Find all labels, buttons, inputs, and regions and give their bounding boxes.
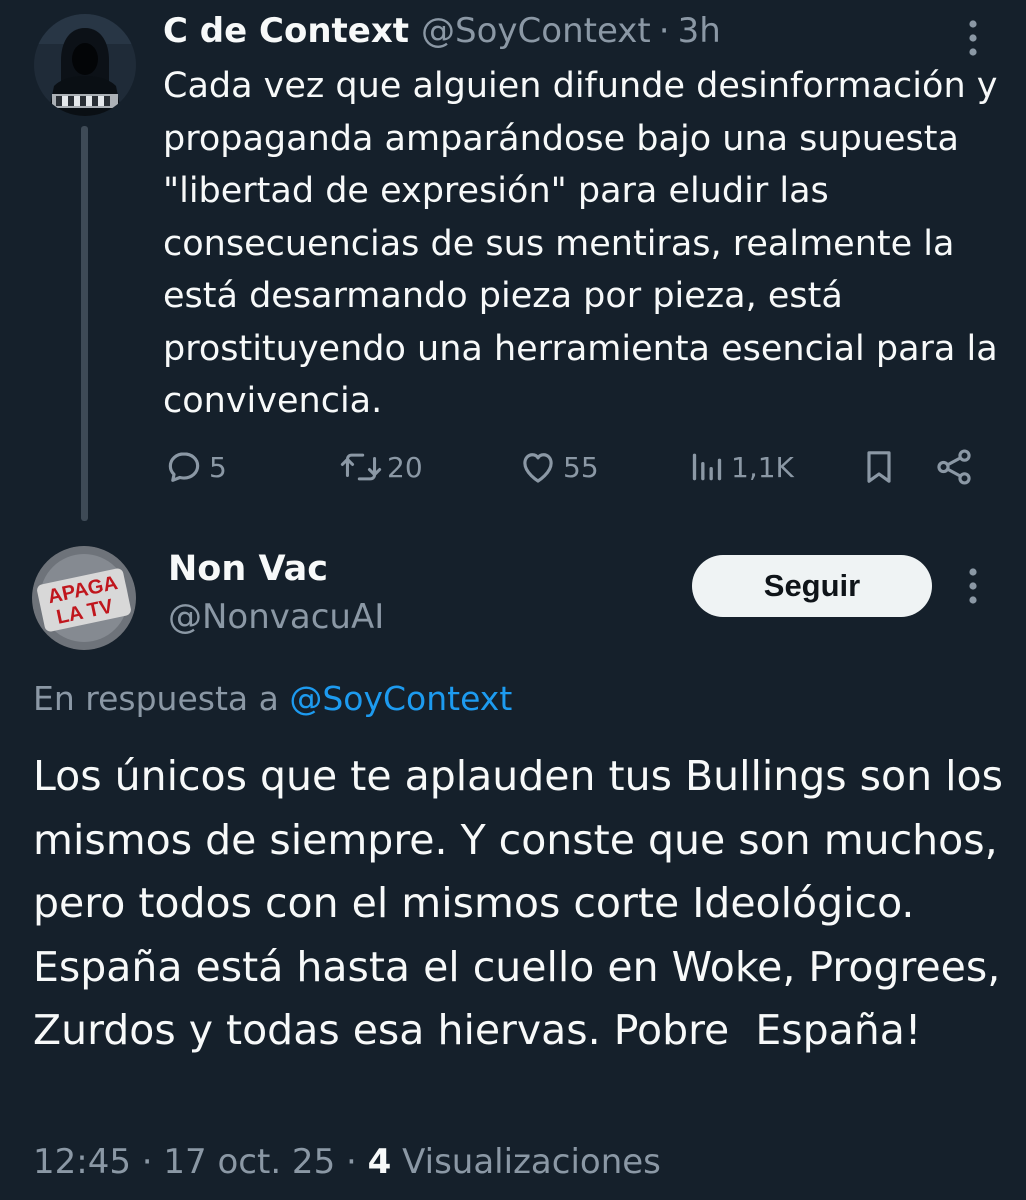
views-button[interactable]: 1,1K [687, 444, 794, 490]
more-options-icon[interactable] [960, 18, 986, 58]
conversation-view: C de Context @SoyContext · 3h Cada vez q… [0, 0, 1026, 1200]
reply-author-name[interactable]: Non Vac [168, 546, 328, 592]
tweet-metadata: 12:45 · 17 oct. 25 · 4 Visualizaciones [33, 1139, 661, 1185]
tweet-time[interactable]: 3h [678, 11, 721, 51]
retweet-count: 20 [387, 450, 423, 484]
retweet-icon [340, 453, 382, 481]
bookmark-button[interactable] [859, 444, 899, 490]
share-icon [937, 449, 971, 485]
apaga-la-tv-avatar-icon: APAGA LA TV [32, 546, 136, 650]
like-button[interactable]: 55 [517, 444, 599, 490]
views-label: Visualizaciones [402, 1142, 661, 1182]
reply-context: En respuesta a @SoyContext [33, 676, 512, 722]
thread-connector-line [81, 126, 88, 521]
tweet-text: Cada vez que alguien difunde desinformac… [163, 66, 998, 421]
bookmark-icon [867, 451, 891, 483]
tweet-actions: 5 20 55 1,1K [163, 444, 983, 490]
retweet-button[interactable]: 20 [339, 444, 423, 490]
tweet-time[interactable]: 12:45 [33, 1142, 131, 1182]
author-name[interactable]: C de Context [163, 11, 409, 51]
more-options-icon[interactable] [960, 566, 986, 606]
views-count: 1,1K [731, 450, 794, 484]
tweet-date[interactable]: 17 oct. 25 [163, 1142, 335, 1182]
meta-separator: · [346, 1142, 357, 1182]
reply-author-handle[interactable]: @NonvacuAI [168, 594, 384, 640]
reply-count: 5 [209, 450, 227, 484]
like-count: 55 [563, 450, 599, 484]
follow-button[interactable]: Seguir [692, 555, 932, 617]
tweet-header: C de Context @SoyContext · 3h [163, 6, 721, 56]
hooded-figure-icon [34, 14, 136, 116]
views-icon [692, 453, 722, 481]
share-button[interactable] [933, 444, 975, 490]
reply-button[interactable]: 5 [163, 444, 227, 490]
meta-separator: · [141, 1142, 153, 1182]
heart-icon [523, 453, 553, 483]
reply-icon [168, 452, 200, 482]
views-count: 4 [367, 1142, 392, 1182]
author-avatar[interactable] [34, 14, 136, 116]
reply-prefix: En respuesta a [33, 679, 279, 718]
reply-author-avatar[interactable]: APAGA LA TV [32, 546, 136, 650]
reply-mention-link[interactable]: @SoyContext [289, 679, 512, 718]
header-separator: · [658, 11, 670, 51]
reply-tweet-text: Los únicos que te aplauden tus Bullings … [33, 752, 1016, 1054]
author-handle[interactable]: @SoyContext [421, 11, 651, 51]
